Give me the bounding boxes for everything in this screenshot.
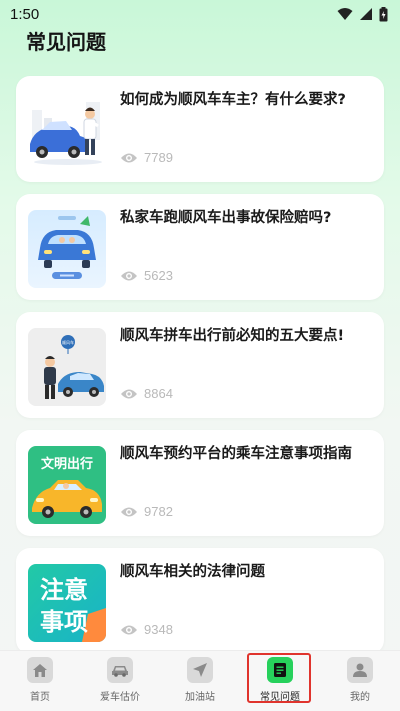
civilized-travel-illustration: 文明出行 (28, 446, 106, 524)
navigation-icon (187, 657, 213, 683)
article-card[interactable]: 顺风车 顺风车拼车出行前必知的五大要点! 8864 (16, 312, 384, 418)
page-title: 常见问题 (26, 30, 106, 54)
eye-icon (121, 389, 137, 398)
car-icon (107, 657, 133, 683)
bottom-tab-bar: 首页 爱车估价 加油站 常见问题 我的 (0, 650, 400, 711)
article-title: 私家车跑顺风车出事故保险赔吗? (120, 210, 332, 226)
article-title: 顺风车拼车出行前必知的五大要点! (120, 328, 345, 344)
eye-icon (121, 507, 137, 516)
carpool-illustration: 顺风车 (28, 328, 106, 406)
view-count: 7789 (120, 150, 173, 165)
thumb-text-1: 注意 (40, 576, 88, 604)
view-count-value: 8864 (144, 386, 173, 401)
view-count-value: 7789 (144, 150, 173, 165)
person-icon (347, 657, 373, 683)
eye-icon (121, 153, 137, 162)
article-thumbnail (28, 210, 106, 288)
view-count: 5623 (120, 268, 173, 283)
article-thumbnail: 注意 事项 (28, 564, 106, 642)
status-time: 1:50 (10, 5, 40, 23)
tab-car-valuation[interactable]: 爱车估价 (80, 651, 160, 711)
car-owner-illustration (28, 92, 106, 170)
home-icon (27, 657, 53, 683)
article-title: 顺风车相关的法律问题 (120, 564, 265, 580)
view-count: 9348 (120, 622, 173, 637)
article-title: 如何成为顺风车车主？有什么要求? (120, 92, 346, 108)
tab-faq[interactable]: 常见问题 (240, 651, 320, 711)
tab-label: 我的 (350, 692, 370, 703)
battery-icon (379, 6, 388, 21)
view-count-value: 9782 (144, 504, 173, 519)
view-count: 9782 (120, 504, 173, 519)
article-card[interactable]: 私家车跑顺风车出事故保险赔吗? 5623 (16, 194, 384, 300)
article-card[interactable]: 文明出行 顺风车预约平台的乘车注意事项指南 9782 (16, 430, 384, 536)
status-bar: 1:50 (0, 0, 400, 28)
article-thumbnail (28, 92, 106, 170)
view-count-value: 9348 (144, 622, 173, 637)
wifi-icon (337, 8, 353, 20)
tab-profile[interactable]: 我的 (320, 651, 400, 711)
notice-illustration: 注意 事项 (28, 564, 106, 642)
cellular-signal-icon (360, 8, 372, 20)
status-icons (337, 6, 388, 22)
tab-home[interactable]: 首页 (0, 651, 80, 711)
thumb-text: 文明出行 (41, 456, 93, 472)
article-card[interactable]: 注意 事项 顺风车相关的法律问题 9348 (16, 548, 384, 654)
article-card[interactable]: 如何成为顺风车车主？有什么要求? 7789 (16, 76, 384, 182)
view-count-value: 5623 (144, 268, 173, 283)
thumb-text-2: 事项 (40, 608, 88, 636)
thumb-badge: 顺风车 (62, 339, 74, 345)
eye-icon (121, 625, 137, 634)
insurance-car-illustration (28, 210, 106, 288)
view-count: 8864 (120, 386, 173, 401)
article-thumbnail: 顺风车 (28, 328, 106, 406)
tab-gas-station[interactable]: 加油站 (160, 651, 240, 711)
tab-label: 加油站 (185, 692, 215, 703)
tab-label: 首页 (30, 692, 50, 703)
tab-label: 爱车估价 (100, 692, 140, 703)
active-tab-highlight (247, 653, 311, 703)
eye-icon (121, 271, 137, 280)
article-title: 顺风车预约平台的乘车注意事项指南 (120, 446, 352, 462)
article-thumbnail: 文明出行 (28, 446, 106, 524)
